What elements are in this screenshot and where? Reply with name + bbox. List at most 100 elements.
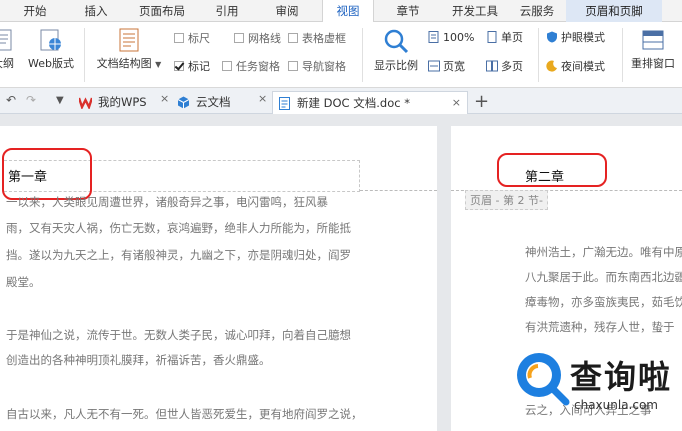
paragraph-line[interactable]: 殿堂。 <box>6 270 41 294</box>
paragraph-line[interactable]: 八九聚居于此。而东南西北边疆 <box>525 265 682 289</box>
paragraph-line[interactable]: 一以来，人类眼见周遭世界，诸般奇异之事，电闪雷鸣，狂风暴 <box>6 190 328 214</box>
gridlines-label: 网格线 <box>248 32 281 45</box>
zoom-100-label: 100% <box>443 31 475 44</box>
doc-structure-button[interactable]: 文档结构图 ▼ <box>92 28 166 71</box>
paragraph-line[interactable]: 自古以来，凡人无不有一死。但世人皆恶死爱生，更有地府阎罗之说， <box>6 402 363 426</box>
task-pane-checkbox[interactable]: 任务窗格 <box>222 59 280 75</box>
table-gridlines-label: 表格虚框 <box>302 32 346 45</box>
header-boundary-line <box>360 190 437 191</box>
multi-page-button[interactable]: 多页 <box>486 59 523 75</box>
close-icon[interactable]: × <box>452 92 461 114</box>
ribbon-panel: 大纲 Web版式 文档结构图 ▼ 标尺 网格线 表格虚框 标记 任务窗格 导航窗… <box>0 22 682 88</box>
paragraph-line[interactable]: 于是神仙之说，流传于世。无数人类子民，诚心叩拜，向着自己臆想 <box>6 323 351 347</box>
chevron-down-icon[interactable]: ▼ <box>56 95 64 106</box>
ribbon-separator <box>362 28 363 82</box>
checkbox-box <box>174 61 184 71</box>
tab-page-layout[interactable]: 页面布局 <box>122 0 202 22</box>
tab-insert[interactable]: 插入 <box>70 0 122 22</box>
cube-icon <box>177 96 190 109</box>
zoom-button[interactable]: 显示比例 <box>368 28 424 73</box>
checkbox-box <box>234 33 244 43</box>
magnifier-icon <box>384 29 409 54</box>
paragraph-line[interactable]: 创造出的各种神明顶礼膜拜，祈福诉苦，香火鼎盛。 <box>6 348 271 372</box>
tab-my-wps-label: 我的WPS <box>98 95 147 109</box>
active-document-title: 新建 DOC 文档.doc * <box>297 96 410 110</box>
tab-cloud-docs-label: 云文档 <box>196 95 231 109</box>
wps-logo-icon <box>79 97 92 109</box>
doc-structure-label: 文档结构图 <box>96 57 152 70</box>
ruler-checkbox[interactable]: 标尺 <box>174 31 210 47</box>
zoom-100-button[interactable]: 100% <box>428 30 474 46</box>
markup-label: 标记 <box>188 60 210 73</box>
nav-pane-checkbox[interactable]: 导航窗格 <box>288 59 346 75</box>
table-gridlines-checkbox[interactable]: 表格虚框 <box>288 31 346 47</box>
checkbox-box <box>288 33 298 43</box>
moon-icon <box>546 60 557 72</box>
eye-mode-button[interactable]: 护眼模式 <box>546 30 605 46</box>
single-page-label: 单页 <box>501 31 523 44</box>
single-page-button[interactable]: 单页 <box>486 30 523 46</box>
shield-icon <box>547 31 557 43</box>
document-icon <box>279 97 290 110</box>
window-icon <box>642 30 664 50</box>
tab-my-wps[interactable]: 我的WPS <box>74 91 172 114</box>
tab-view[interactable]: 视图 <box>322 0 374 23</box>
redo-icon[interactable]: ↷ <box>26 93 36 107</box>
night-mode-button[interactable]: 夜间模式 <box>546 59 605 75</box>
tab-review[interactable]: 审阅 <box>252 0 322 22</box>
web-layout-button[interactable]: Web版式 <box>24 28 78 71</box>
watermark-domain: chaxunla.com <box>574 398 658 412</box>
new-tab-plus-icon[interactable]: + <box>474 91 489 112</box>
page-width-button[interactable]: 页宽 <box>428 59 465 75</box>
header-section-label: 页眉 - 第 2 节- <box>465 190 548 210</box>
doc-structure-icon <box>119 28 139 52</box>
page-left: 第一章 一以来，人类眼见周遭世界，诸般奇异之事，电闪雷鸣，狂风暴 雨，又有天灾人… <box>0 126 437 431</box>
tab-cloud-docs[interactable]: 云文档 <box>172 91 270 114</box>
markup-checkbox[interactable]: 标记 <box>174 59 210 75</box>
ribbon-separator <box>84 28 85 82</box>
chevron-down-icon: ▼ <box>155 60 162 69</box>
magnifier-logo-icon <box>517 353 570 406</box>
multi-page-icon <box>486 60 498 72</box>
eye-mode-label: 护眼模式 <box>561 31 605 44</box>
zoom-label: 显示比例 <box>374 59 418 72</box>
annotation-circle <box>497 153 607 187</box>
outline-icon <box>0 29 12 51</box>
document-tab-bar: ↶ ↷ ▼ 我的WPS 云文档 × × 新建 DOC 文档.doc * × + <box>0 88 682 114</box>
paragraph-line[interactable]: 神州浩土，广瀚无边。唯有中原 <box>525 240 682 264</box>
tab-home[interactable]: 开始 <box>0 0 70 22</box>
outline-button[interactable]: 大纲 <box>0 28 20 71</box>
tab-sections[interactable]: 章节 <box>374 0 442 22</box>
watermark-brand: 查询啦 <box>570 358 673 396</box>
outline-label: 大纲 <box>0 57 14 70</box>
single-page-icon <box>487 31 497 43</box>
checkbox-box <box>288 61 298 71</box>
ribbon-tab-bar: 开始 插入 页面布局 引用 审阅 视图 章节 开发工具 云服务 页眉和页脚 <box>0 0 682 23</box>
web-layout-icon <box>40 29 61 51</box>
paragraph-line[interactable]: 瘴毒物，亦多蛮族夷民，茹毛饮 <box>525 290 682 314</box>
checkbox-box <box>174 33 184 43</box>
night-mode-label: 夜间模式 <box>561 60 605 73</box>
checkbox-box <box>222 61 232 71</box>
rearrange-window-button[interactable]: 重排窗口 <box>626 28 680 71</box>
tab-references[interactable]: 引用 <box>202 0 252 22</box>
close-icon[interactable]: × <box>160 92 169 105</box>
tab-header-footer[interactable]: 页眉和页脚 <box>566 0 662 22</box>
tab-active-document[interactable]: 新建 DOC 文档.doc * × <box>272 91 468 114</box>
page-width-icon <box>428 60 440 72</box>
watermark: 查询啦 chaxunla.com <box>512 340 682 431</box>
undo-icon[interactable]: ↶ <box>6 93 16 107</box>
page-width-label: 页宽 <box>443 60 465 73</box>
ruler-label: 标尺 <box>188 32 210 45</box>
paragraph-line[interactable]: 雨，又有天灾人祸，伤亡无数，哀鸿遍野，绝非人力所能为，所能抵 <box>6 216 351 240</box>
task-pane-label: 任务窗格 <box>236 60 280 73</box>
nav-pane-label: 导航窗格 <box>302 60 346 73</box>
paragraph-line[interactable]: 挡。遂以为九天之上，有诸般神灵，九幽之下，亦是阴魂归处，阎罗 <box>6 243 351 267</box>
gridlines-checkbox[interactable]: 网格线 <box>234 31 281 47</box>
ribbon-separator <box>538 28 539 82</box>
close-icon[interactable]: × <box>258 92 267 105</box>
tab-cloud[interactable]: 云服务 <box>508 0 566 22</box>
paragraph-line[interactable]: 有洪荒遗种，残存人世，蛰于 <box>525 315 675 339</box>
multi-page-label: 多页 <box>501 60 523 73</box>
tab-developer[interactable]: 开发工具 <box>442 0 508 22</box>
